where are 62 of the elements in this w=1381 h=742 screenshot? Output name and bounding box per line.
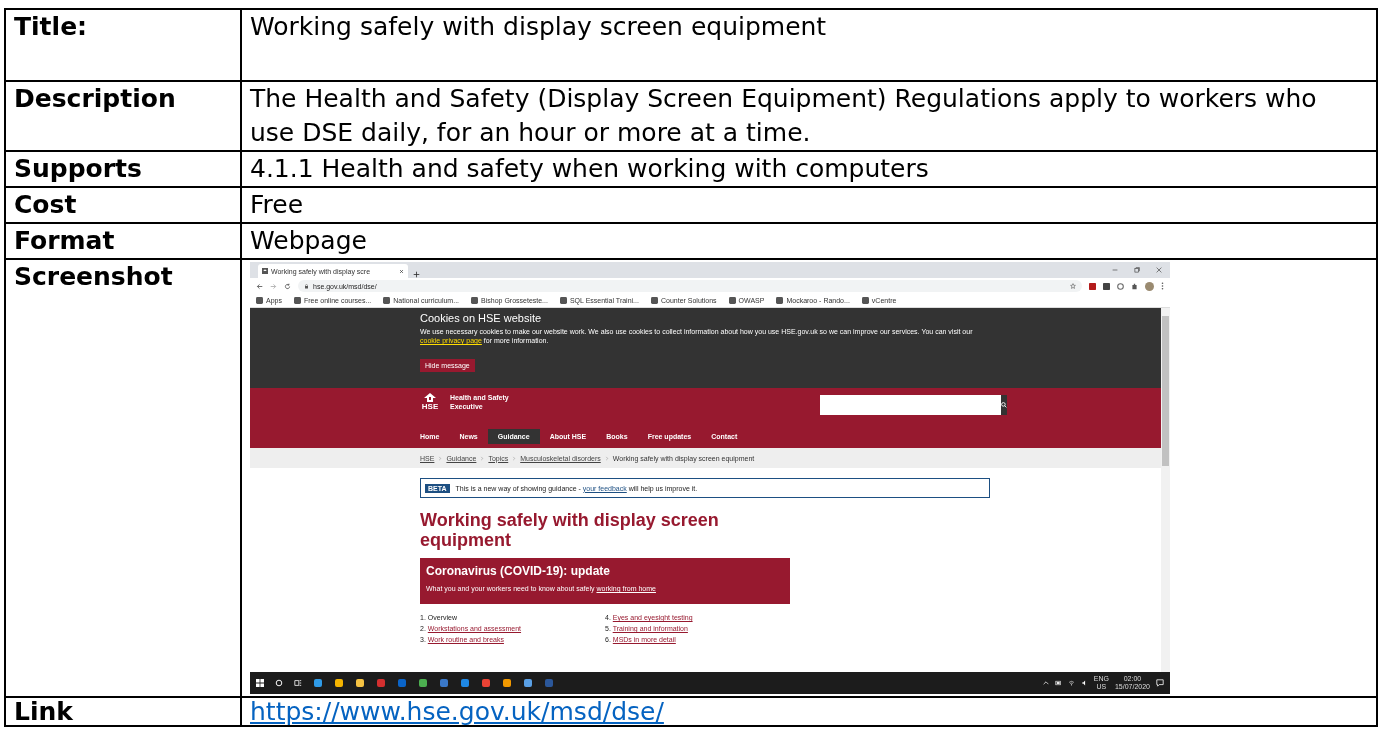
covid-title: Coronavirus (COVID-19): update [426,564,612,578]
row-label: Link [5,697,241,726]
row-label: Screenshot [5,259,241,697]
chevron-icon [512,455,517,461]
row-value: Webpage [241,223,1377,259]
close-icon[interactable] [1156,267,1162,273]
app-icon[interactable] [334,678,344,688]
chevron-up-icon[interactable] [1042,680,1049,686]
row-label: Cost [5,187,241,223]
app-icon[interactable] [313,678,323,688]
chevron-icon [438,455,443,461]
notification-icon[interactable] [1156,679,1164,687]
bookmark-icon [471,297,479,304]
app-icon[interactable] [481,678,491,688]
task-view-icon[interactable] [294,679,302,687]
app-icon[interactable] [460,678,470,688]
row-value: Free [241,187,1377,223]
row-label: Title: [5,9,241,81]
cookie-title: Cookies on HSE website [420,312,543,324]
avatar-icon[interactable] [1145,281,1154,291]
windows-start-icon[interactable] [256,679,264,687]
search-button[interactable] [1001,395,1007,415]
star-icon[interactable] [1070,283,1076,289]
app-icon[interactable] [355,678,365,688]
back-icon[interactable] [256,282,263,290]
row-value: Working safely with display screen equipment [241,9,1377,81]
app-icon[interactable] [502,678,512,688]
restore-icon[interactable] [1134,267,1140,273]
plus-icon[interactable] [413,271,420,278]
chevron-icon [604,455,609,461]
bookmark-icon [861,297,869,304]
bookmark-icon [256,297,263,304]
menu-icon[interactable] [1161,282,1164,290]
app-icon[interactable] [418,678,428,688]
speaker-icon[interactable] [1080,680,1088,686]
row-label: Description [5,81,241,151]
lock-icon [304,283,309,289]
favicon-icon [262,268,268,274]
search-icon[interactable] [275,679,283,687]
reload-icon[interactable] [284,282,291,290]
row-value: 4.1.1 Health and safety when working with computers [241,151,1377,187]
url-link[interactable]: https://www.hse.gov.uk/msd/dse/ [250,697,664,726]
search-field[interactable] [820,395,1001,415]
row-value: The Health and Safety (Display Screen Equipment) Regulations apply to workers who use DSE daily, for an hour or more at a time. [241,81,1377,151]
chevron-icon [480,455,485,461]
row-label: Format [5,223,241,259]
row-label: Supports [5,151,241,187]
app-icon[interactable] [523,678,533,688]
logo[interactable]: HSE [420,393,440,411]
bookmark-icon [650,297,658,304]
puzzle-icon[interactable] [1131,282,1138,290]
wifi-icon[interactable] [1067,680,1075,686]
search-icon [1001,402,1007,408]
scrollbar[interactable] [1161,308,1170,672]
page-heading: Working safely with display screen equipment [420,510,720,550]
bookmark-icon [776,297,784,304]
battery-icon[interactable] [1054,680,1062,686]
bookmark-icon [293,297,301,304]
bookmark-icon [559,297,567,304]
bookmark-icon [383,297,391,304]
bookmark-icon [728,297,736,304]
close-icon[interactable] [399,268,404,274]
